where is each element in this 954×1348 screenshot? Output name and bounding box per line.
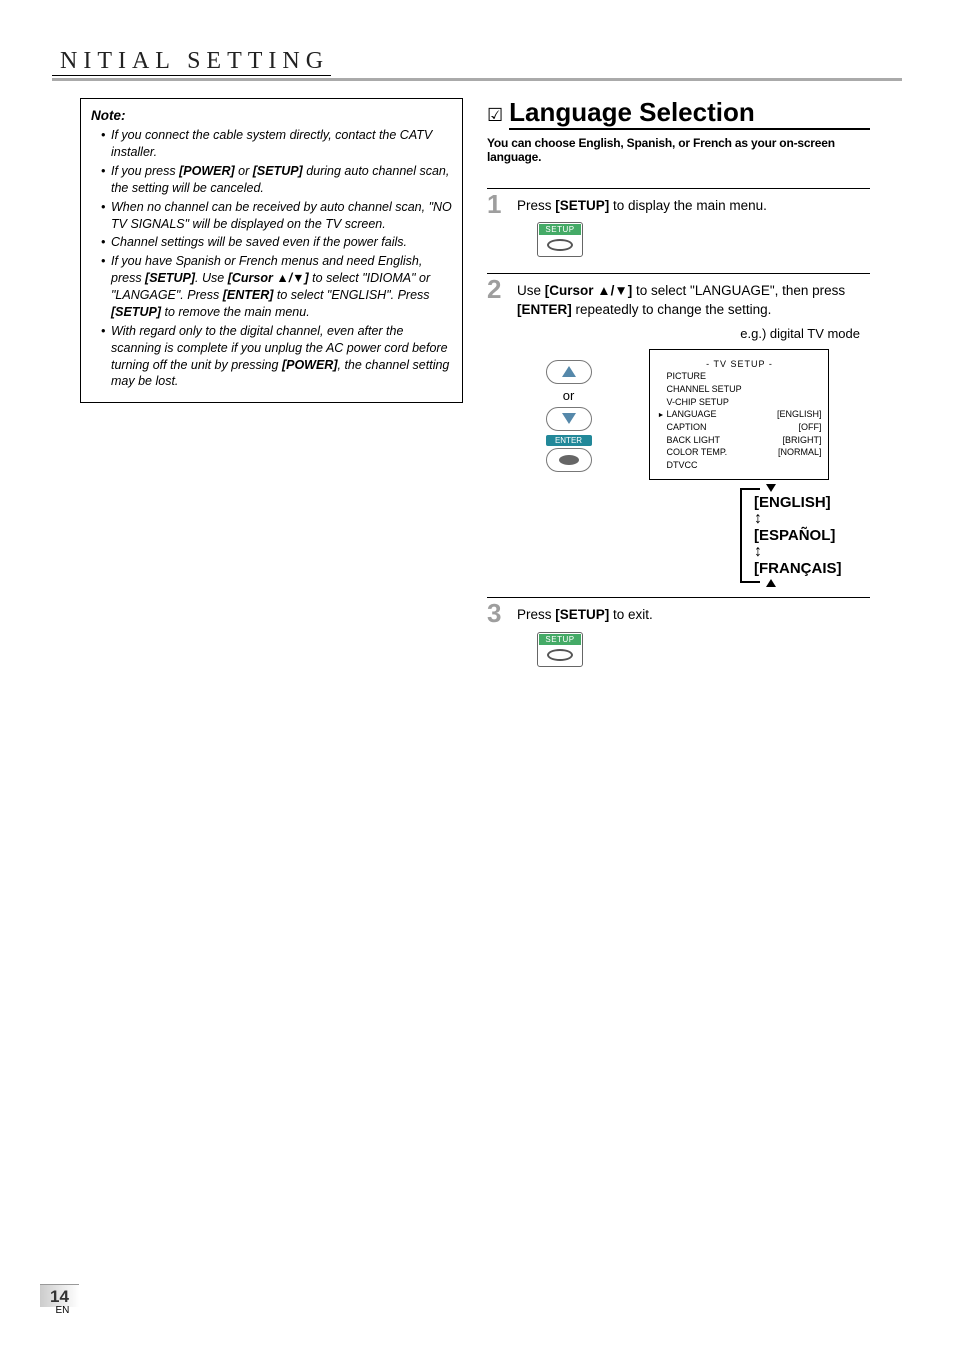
right-column: ☑ Language Selection You can choose Engl… [487, 98, 870, 673]
tv-menu-item-selected: LANGUAGE [658, 408, 777, 421]
tv-menu-screenshot: - TV SETUP - PICTURE CHANNEL SETUP V-CHI… [649, 349, 829, 481]
step-number: 1 [487, 193, 509, 216]
tv-menu-item: DTVCC [658, 459, 822, 472]
cursor-up-icon [546, 360, 592, 384]
step-2: 2 Use [Cursor ▲/▼] to select "LANGUAGE",… [487, 273, 870, 581]
oval-button-icon [539, 235, 581, 255]
note-item: Channel settings will be saved even if t… [101, 234, 452, 251]
setup-label: SETUP [539, 224, 581, 235]
tv-menu-item: COLOR TEMP. [658, 446, 778, 459]
note-item: If you have Spanish or French menus and … [101, 253, 452, 321]
setup-label: SETUP [539, 634, 581, 645]
step-3: 3 Press [SETUP] to exit. SETUP [487, 597, 870, 666]
tv-menu-value: [OFF] [799, 421, 822, 434]
tv-menu-item: CAPTION [658, 421, 799, 434]
tv-menu-header: - TV SETUP - [658, 358, 822, 371]
section-subtitle: You can choose English, Spanish, or Fren… [487, 136, 870, 164]
language-cycle-diagram: [ENGLISH] ↕ [ESPAÑOL] ↕ [FRANÇAIS] [740, 490, 860, 581]
note-item: If you connect the cable system directly… [101, 127, 452, 161]
tv-menu-value: [ENGLISH] [777, 408, 822, 421]
page-footer: 14 EN [40, 1284, 79, 1316]
language-option: [ESPAÑOL] [754, 527, 860, 544]
step-text: Use [Cursor ▲/▼] to select "LANGUAGE", t… [517, 278, 870, 320]
setup-button-graphic: SETUP [537, 632, 583, 667]
enter-button-icon [546, 448, 592, 472]
step-number: 3 [487, 602, 509, 625]
remote-buttons-graphic: or ENTER [529, 356, 609, 474]
note-item: When no channel can be received by auto … [101, 199, 452, 233]
arrow-down-icon [766, 484, 776, 492]
step-text: Press [SETUP] to display the main menu. [517, 193, 870, 216]
or-label: or [529, 388, 609, 403]
arrow-up-icon [766, 579, 776, 587]
note-item: If you press [POWER] or [SETUP] during a… [101, 163, 452, 197]
tv-menu-item: V-CHIP SETUP [658, 396, 822, 409]
left-column: Note: If you connect the cable system di… [80, 98, 463, 673]
step-1: 1 Press [SETUP] to display the main menu… [487, 188, 870, 257]
enter-label: ENTER [546, 435, 592, 446]
checkbox-icon: ☑ [487, 105, 503, 126]
step-number: 2 [487, 278, 509, 301]
tv-menu-item: BACK LIGHT [658, 434, 783, 447]
tv-menu-value: [NORMAL] [778, 446, 822, 459]
tv-menu-item: CHANNEL SETUP [658, 383, 822, 396]
cursor-down-icon [546, 407, 592, 431]
page-header: NITIAL SETTING [52, 48, 902, 81]
note-item: With regard only to the digital channel,… [101, 323, 452, 391]
section-header: ☑ Language Selection [487, 98, 870, 130]
language-option: [FRANÇAIS] [754, 560, 860, 577]
step-text: Press [SETUP] to exit. [517, 602, 870, 625]
oval-button-icon [539, 645, 581, 665]
tv-menu-value: [BRIGHT] [782, 434, 821, 447]
updown-arrow-icon: ↕ [754, 544, 860, 560]
section-title: Language Selection [509, 98, 870, 130]
example-label: e.g.) digital TV mode [487, 326, 860, 341]
updown-arrow-icon: ↕ [754, 511, 860, 527]
language-option: [ENGLISH] [754, 494, 860, 511]
tv-menu-item: PICTURE [658, 370, 822, 383]
note-box: Note: If you connect the cable system di… [80, 98, 463, 403]
note-label: Note: [91, 107, 452, 125]
page-number: 14 [40, 1284, 79, 1307]
setup-button-graphic: SETUP [537, 222, 583, 257]
page-title: NITIAL SETTING [52, 48, 331, 76]
